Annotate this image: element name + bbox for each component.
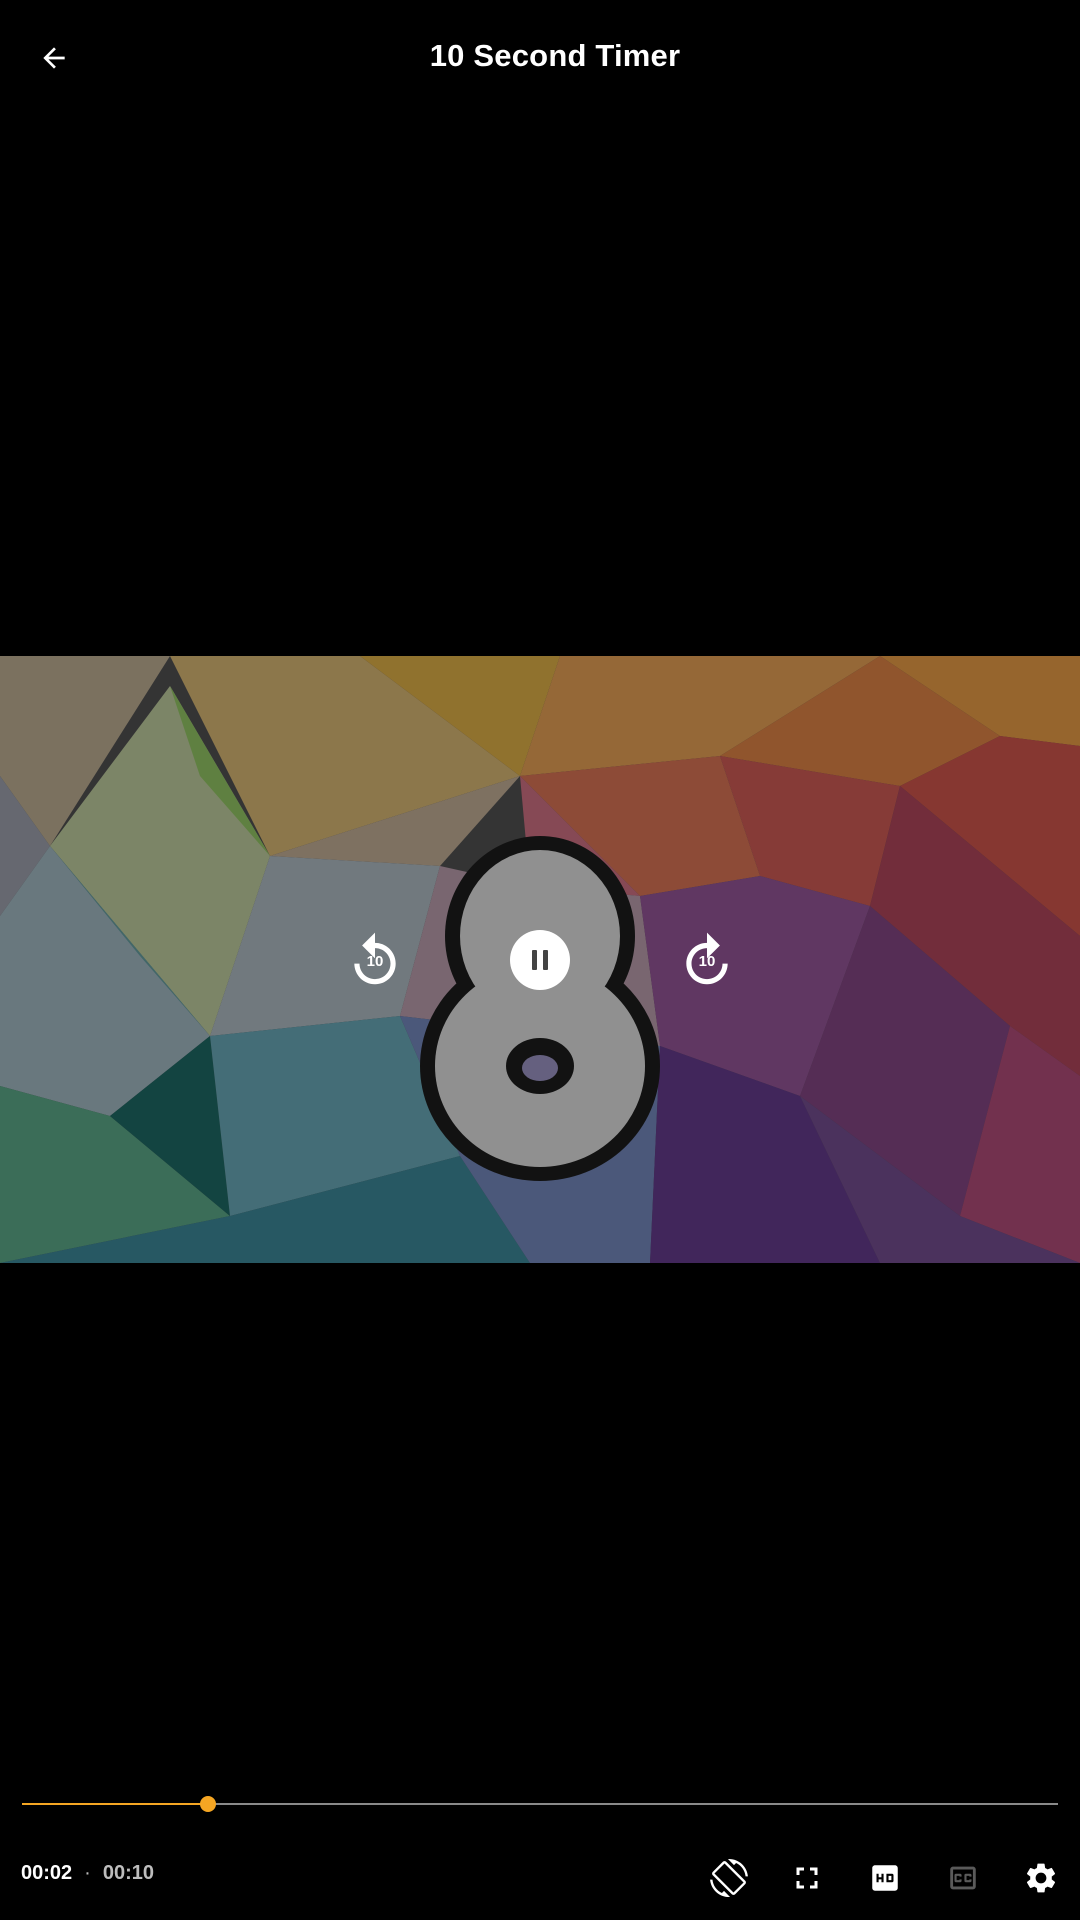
pause-button[interactable] — [509, 929, 571, 991]
forward-10-button[interactable]: 10 — [672, 926, 742, 996]
seek-bar[interactable] — [22, 1796, 1058, 1812]
seek-bar-thumb[interactable] — [200, 1796, 217, 1812]
settings-button[interactable] — [1021, 1858, 1061, 1898]
hd-icon — [872, 1865, 898, 1891]
current-time: 00:02 — [21, 1862, 73, 1884]
fullscreen-icon — [796, 1867, 818, 1889]
pause-icon — [510, 930, 570, 990]
rewind-10-button[interactable]: 10 — [340, 926, 410, 996]
duration: 00:10 — [102, 1862, 154, 1884]
video-title: 10 Second Timer — [429, 38, 681, 73]
forward-seconds-label: 10 — [698, 953, 716, 970]
closed-captions-icon — [950, 1866, 976, 1890]
rewind-seconds-label: 10 — [366, 953, 384, 970]
seek-bar-progress — [22, 1803, 209, 1805]
screen-rotation-icon — [710, 1859, 748, 1897]
fullscreen-button[interactable] — [787, 1858, 827, 1898]
time-separator: · — [84, 1862, 91, 1884]
captions-button[interactable] — [943, 1858, 983, 1898]
rotate-screen-button[interactable] — [709, 1858, 749, 1898]
video-player-screen: 10 Second Timer 10 10 00:02 · 00:10 — [0, 0, 1080, 1920]
time-readout: 00:02 · 00:10 — [21, 1862, 154, 1885]
settings-icon — [1026, 1863, 1056, 1893]
hd-quality-button[interactable] — [865, 1858, 905, 1898]
